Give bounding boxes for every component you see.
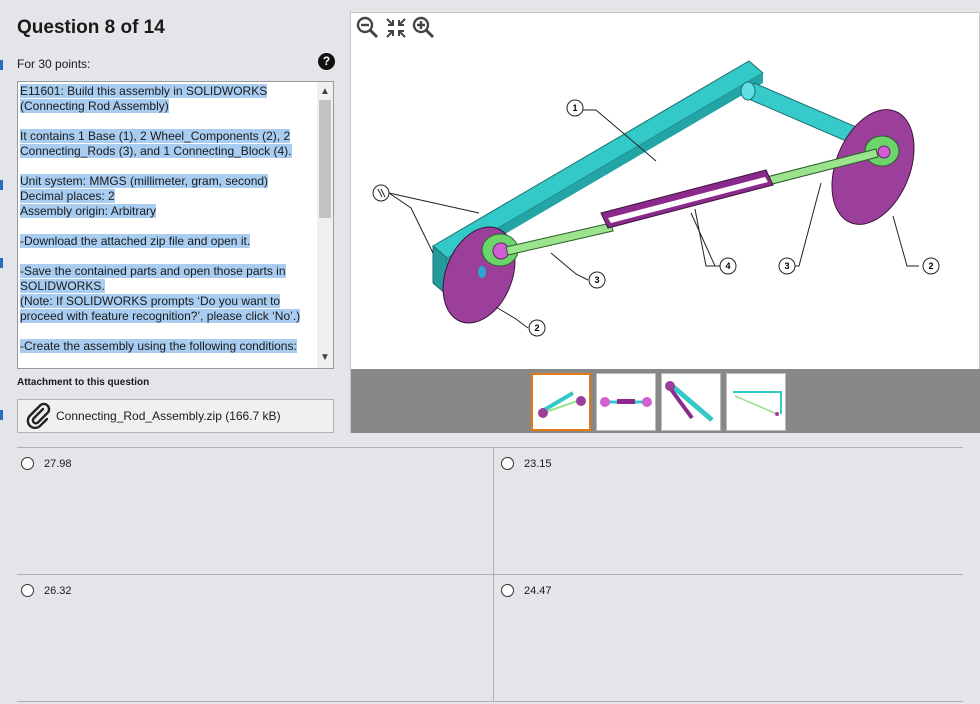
svg-text:3: 3 — [784, 261, 789, 271]
description-paragraph: It contains 1 Base (1), 2 Wheel_Componen… — [20, 129, 292, 158]
answers-top-divider — [17, 447, 963, 448]
answers-vertical-divider — [493, 448, 494, 701]
radio-button[interactable] — [501, 584, 514, 597]
callout-parallel — [372, 184, 390, 202]
scroll-thumb[interactable] — [319, 100, 331, 218]
answer-option-1[interactable]: 27.98 — [21, 457, 72, 470]
answer-option-4[interactable]: 24.47 — [501, 584, 552, 597]
answers-bottom-divider — [17, 701, 963, 702]
answer-value: 27.98 — [44, 457, 72, 470]
svg-text:2: 2 — [534, 323, 539, 333]
left-edge-marks — [0, 0, 3, 704]
zoom-toolbar — [355, 15, 437, 41]
thumbnail-3[interactable] — [661, 373, 721, 431]
callout-3-right: 3 — [778, 257, 796, 275]
svg-text:2: 2 — [928, 261, 933, 271]
answer-value: 24.47 — [524, 584, 552, 597]
attachment-file[interactable]: Connecting_Rod_Assembly.zip (166.7 kB) — [17, 399, 334, 433]
fit-icon[interactable] — [383, 15, 409, 41]
callout-2-right: 2 — [922, 257, 940, 275]
answers-middle-divider — [17, 574, 963, 575]
svg-text:4: 4 — [725, 261, 730, 271]
image-viewer[interactable]: 1 2 2 3 3 4 — [350, 12, 980, 433]
connecting-rod — [505, 222, 614, 256]
thumbnail-1[interactable] — [531, 373, 591, 431]
callout-3-left: 3 — [588, 271, 606, 289]
scroll-up-icon[interactable]: ▲ — [317, 84, 333, 100]
scroll-down-icon[interactable]: ▼ — [317, 350, 333, 366]
zoom-in-icon[interactable] — [411, 15, 437, 41]
description-text: E11601: Build this assembly in SOLIDWORK… — [20, 84, 318, 368]
description-paragraph: -Create the assembly using the following… — [20, 339, 297, 353]
description-paragraph: -Download the attached zip file and open… — [20, 234, 251, 248]
thumbnail-strip — [351, 369, 980, 433]
radio-button[interactable] — [501, 457, 514, 470]
help-icon[interactable]: ? — [318, 53, 335, 70]
callout-1: 1 — [566, 99, 584, 117]
question-description[interactable]: E11601: Build this assembly in SOLIDWORK… — [17, 81, 334, 369]
answer-value: 26.32 — [44, 584, 72, 597]
paperclip-icon — [26, 402, 51, 430]
thumbnail-2[interactable] — [596, 373, 656, 431]
description-scrollbar[interactable]: ▲ ▼ — [317, 82, 333, 368]
description-paragraph: Unit system: MMGS (millimeter, gram, sec… — [20, 174, 269, 218]
attachment-filename: Connecting_Rod_Assembly.zip (166.7 kB) — [56, 409, 281, 423]
description-paragraph: -Save the contained parts and open those… — [20, 264, 301, 323]
answer-value: 23.15 — [524, 457, 552, 470]
points-label: For 30 points: — [17, 57, 91, 71]
question-title: Question 8 of 14 — [17, 17, 165, 38]
svg-text:3: 3 — [594, 275, 599, 285]
callout-4: 4 — [719, 257, 737, 275]
thumbnail-4[interactable] — [726, 373, 786, 431]
radio-button[interactable] — [21, 584, 34, 597]
svg-text:1: 1 — [572, 103, 577, 113]
answer-option-3[interactable]: 26.32 — [21, 584, 72, 597]
zoom-out-icon[interactable] — [355, 15, 381, 41]
callout-2-left: 2 — [528, 319, 546, 337]
assembly-image: 1 2 2 3 3 4 — [372, 60, 940, 337]
radio-button[interactable] — [21, 457, 34, 470]
attachment-label: Attachment to this question — [17, 377, 150, 388]
answer-option-2[interactable]: 23.15 — [501, 457, 552, 470]
description-paragraph: E11601: Build this assembly in SOLIDWORK… — [20, 84, 268, 113]
